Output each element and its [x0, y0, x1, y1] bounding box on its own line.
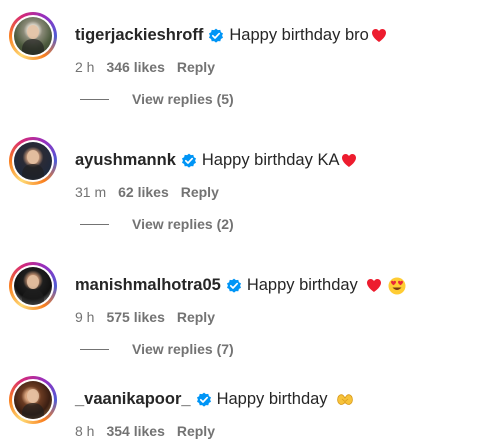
- likes-count[interactable]: 575 likes: [106, 309, 164, 325]
- comment-username[interactable]: _vaanikapoor_: [75, 390, 191, 409]
- comment-text: Happy birthday KA: [201, 151, 340, 169]
- verified-badge-icon: [209, 28, 224, 43]
- comment-timestamp: 31 m: [75, 184, 107, 200]
- avatar[interactable]: [9, 12, 57, 60]
- comment-timestamp: 9 h: [75, 309, 95, 325]
- profile-photo-icon: [14, 17, 52, 55]
- comment-username[interactable]: ayushmannk: [75, 151, 176, 170]
- red-heart-icon: [342, 154, 357, 167]
- profile-photo-icon: [14, 142, 52, 180]
- avatar[interactable]: [9, 262, 57, 310]
- divider-line: [80, 348, 109, 350]
- view-replies-button[interactable]: View replies (5): [80, 91, 234, 107]
- likes-count[interactable]: 346 likes: [106, 59, 164, 75]
- verified-badge-icon: [226, 278, 241, 293]
- likes-count[interactable]: 354 likes: [106, 423, 164, 439]
- profile-photo-icon: [14, 381, 52, 419]
- comment-item: manishmalhotra05 Happy birthday 9 h 575 …: [0, 262, 481, 332]
- view-replies-label: View replies (5): [132, 91, 234, 107]
- view-replies-button[interactable]: View replies (7): [80, 341, 234, 357]
- comment-text: Happy birthday: [216, 390, 328, 408]
- comment-item: _vaanikapoor_ Happy birthday 8 h 354 lik…: [0, 376, 481, 446]
- reply-button[interactable]: Reply: [181, 184, 219, 200]
- verified-badge-icon: [196, 392, 211, 407]
- comment-text: Happy birthday bro: [229, 26, 369, 44]
- comment-username[interactable]: tigerjackieshroff: [75, 26, 203, 45]
- heart-hands-emoji-icon: [336, 393, 353, 405]
- divider-line: [80, 98, 109, 100]
- comment-text: Happy birthday: [246, 276, 358, 294]
- avatar[interactable]: [9, 137, 57, 185]
- view-replies-button[interactable]: View replies (2): [80, 216, 234, 232]
- profile-photo-icon: [14, 267, 52, 305]
- reply-button[interactable]: Reply: [177, 309, 215, 325]
- heart-eyes-emoji-icon: [388, 277, 406, 294]
- comment-timestamp: 2 h: [75, 59, 95, 75]
- reply-button[interactable]: Reply: [177, 59, 215, 75]
- comment-item: ayushmannk Happy birthday KA 31 m 62 lik…: [0, 137, 481, 207]
- likes-count[interactable]: 62 likes: [118, 184, 169, 200]
- red-heart-icon: [371, 29, 386, 42]
- view-replies-label: View replies (2): [132, 216, 234, 232]
- comment-timestamp: 8 h: [75, 423, 95, 439]
- view-replies-label: View replies (7): [132, 341, 234, 357]
- verified-badge-icon: [181, 153, 196, 168]
- comment-username[interactable]: manishmalhotra05: [75, 276, 221, 295]
- reply-button[interactable]: Reply: [177, 423, 215, 439]
- avatar[interactable]: [9, 376, 57, 424]
- red-heart-icon: [366, 279, 381, 292]
- divider-line: [80, 223, 109, 225]
- comment-item: tigerjackieshroff Happy birthday bro 2 h…: [0, 12, 481, 82]
